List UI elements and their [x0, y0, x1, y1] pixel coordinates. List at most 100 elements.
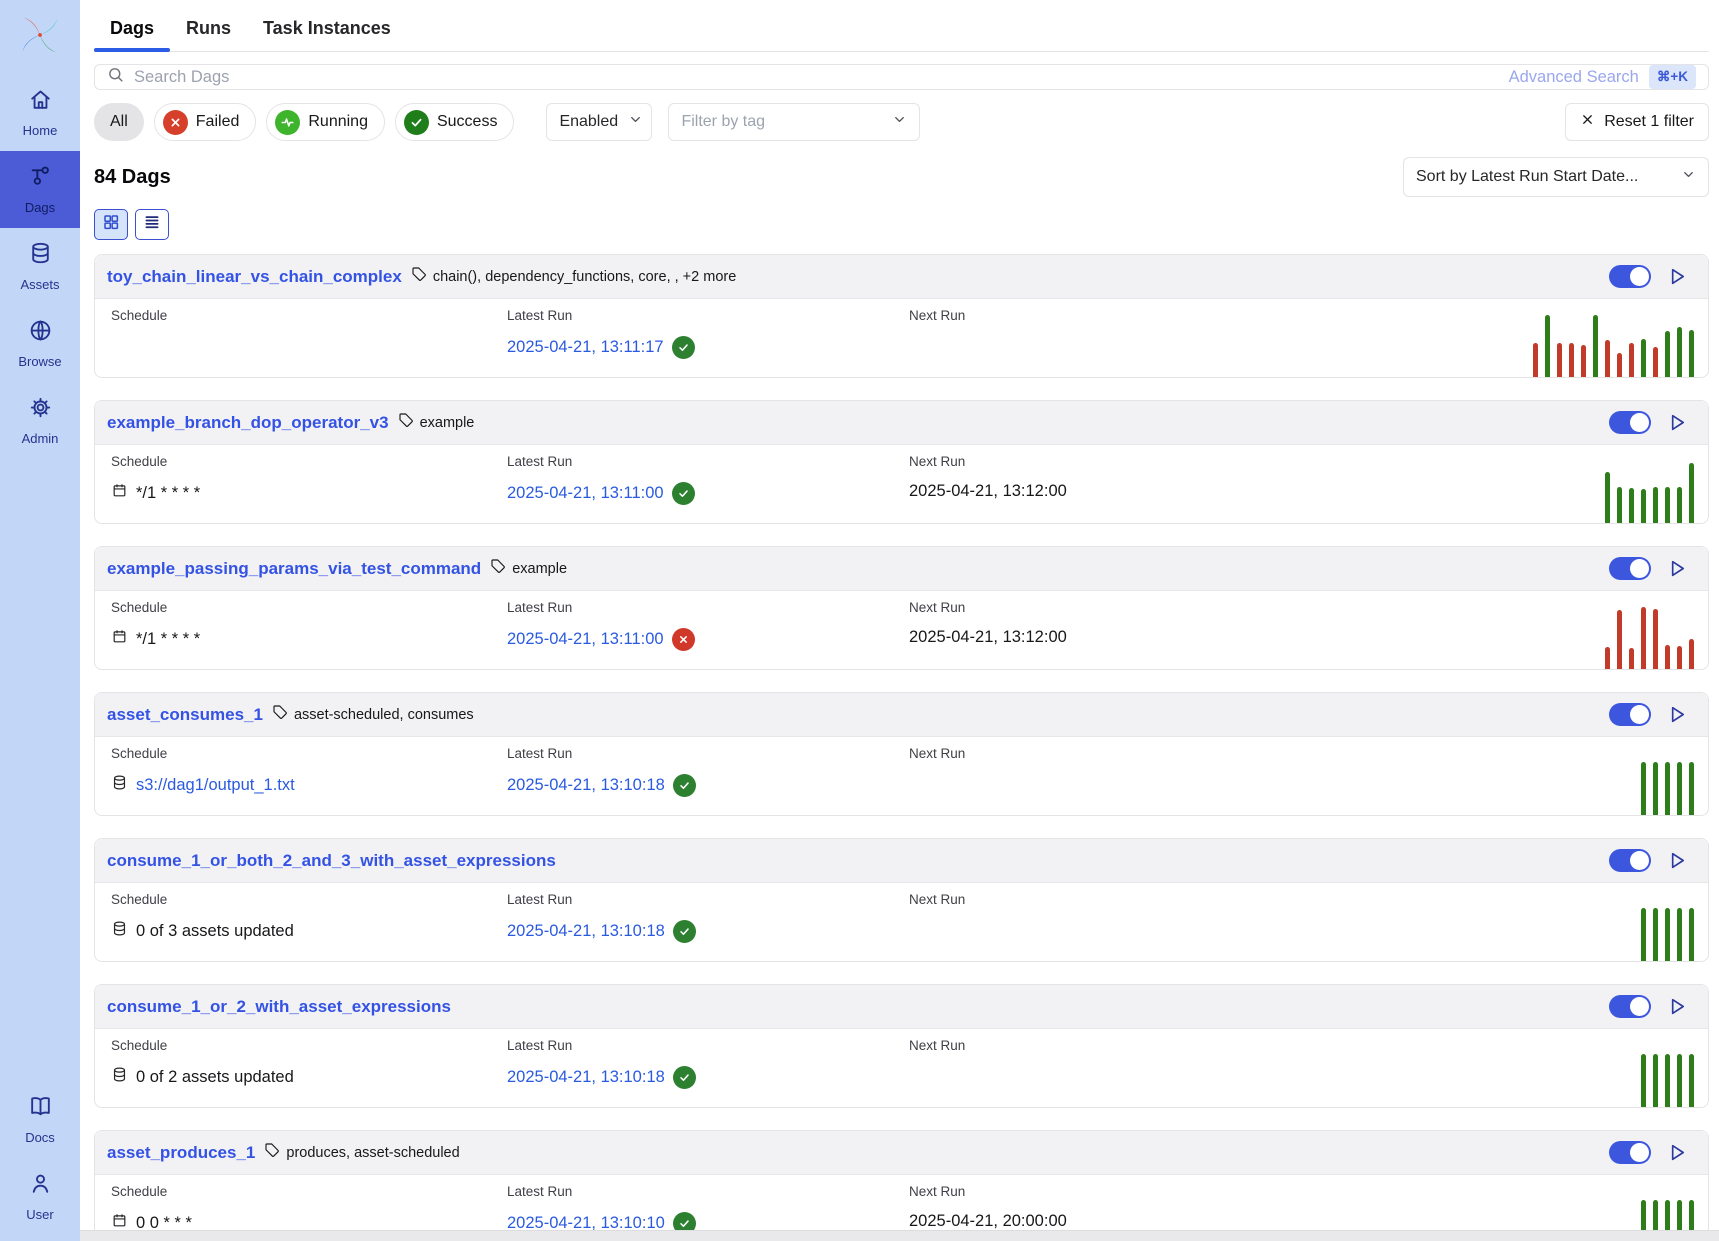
- latest-run-link[interactable]: 2025-04-21, 13:11:00: [507, 484, 664, 503]
- filter-pill-all[interactable]: All: [94, 103, 144, 141]
- sidebar-item-home[interactable]: Home: [0, 74, 80, 151]
- latest-run-link[interactable]: 2025-04-21, 13:11:00: [507, 630, 664, 649]
- run-bar[interactable]: [1665, 1054, 1670, 1107]
- run-bar[interactable]: [1641, 489, 1646, 523]
- failed-run-badge[interactable]: [672, 628, 695, 651]
- reset-filters-button[interactable]: Reset 1 filter: [1565, 103, 1709, 141]
- run-bar[interactable]: [1665, 762, 1670, 815]
- run-bar[interactable]: [1677, 1054, 1682, 1107]
- dag-title-link[interactable]: consume_1_or_2_with_asset_expressions: [107, 997, 451, 1017]
- dag-pause-toggle[interactable]: [1609, 557, 1651, 580]
- run-bar[interactable]: [1653, 609, 1658, 669]
- run-bar[interactable]: [1641, 762, 1646, 815]
- sidebar-item-dags[interactable]: Dags: [0, 151, 80, 228]
- run-bar[interactable]: [1641, 1054, 1646, 1107]
- run-bar[interactable]: [1665, 331, 1670, 377]
- run-bar[interactable]: [1689, 330, 1694, 377]
- filter-pill-success[interactable]: Success: [395, 103, 514, 141]
- trigger-dag-button[interactable]: [1667, 1142, 1688, 1163]
- trigger-dag-button[interactable]: [1667, 704, 1688, 725]
- run-bar[interactable]: [1617, 610, 1622, 669]
- run-bar[interactable]: [1689, 908, 1694, 961]
- dag-pause-toggle[interactable]: [1609, 411, 1651, 434]
- dag-title-link[interactable]: consume_1_or_both_2_and_3_with_asset_exp…: [107, 851, 556, 871]
- trigger-dag-button[interactable]: [1667, 996, 1688, 1017]
- success-run-badge[interactable]: [672, 482, 695, 505]
- grid-view-button[interactable]: [94, 209, 128, 240]
- dag-title-link[interactable]: example_passing_params_via_test_command: [107, 559, 481, 579]
- run-bar[interactable]: [1677, 327, 1682, 377]
- latest-run-link[interactable]: 2025-04-21, 13:10:18: [507, 776, 665, 795]
- latest-run-link[interactable]: 2025-04-21, 13:11:17: [507, 338, 664, 357]
- dag-pause-toggle[interactable]: [1609, 849, 1651, 872]
- run-bar[interactable]: [1689, 762, 1694, 815]
- filter-pill-running[interactable]: Running: [266, 103, 385, 141]
- run-bar[interactable]: [1557, 343, 1562, 377]
- run-bar[interactable]: [1677, 908, 1682, 961]
- schedule-value[interactable]: s3://dag1/output_1.txt: [111, 774, 507, 796]
- sort-select[interactable]: Sort by Latest Run Start Date...: [1403, 157, 1709, 197]
- trigger-dag-button[interactable]: [1667, 266, 1688, 287]
- run-bar[interactable]: [1653, 908, 1658, 961]
- success-run-badge[interactable]: [673, 1066, 696, 1089]
- run-bar[interactable]: [1653, 487, 1658, 523]
- run-bar[interactable]: [1677, 762, 1682, 815]
- run-bar[interactable]: [1689, 463, 1694, 523]
- run-bar[interactable]: [1581, 345, 1586, 377]
- run-bar[interactable]: [1617, 487, 1622, 523]
- latest-run-link[interactable]: 2025-04-21, 13:10:18: [507, 1068, 665, 1087]
- advanced-search-link[interactable]: Advanced Search: [1509, 68, 1639, 87]
- trigger-dag-button[interactable]: [1667, 558, 1688, 579]
- sidebar-item-docs[interactable]: Docs: [0, 1081, 80, 1158]
- dag-title-link[interactable]: asset_consumes_1: [107, 705, 263, 725]
- run-bar[interactable]: [1593, 315, 1598, 377]
- dag-title-link[interactable]: toy_chain_linear_vs_chain_complex: [107, 267, 402, 287]
- latest-run-link[interactable]: 2025-04-21, 13:10:18: [507, 922, 665, 941]
- tab-runs[interactable]: Runs: [170, 8, 247, 51]
- run-bar[interactable]: [1677, 487, 1682, 523]
- run-bar[interactable]: [1605, 340, 1610, 377]
- run-bar[interactable]: [1653, 1054, 1658, 1107]
- list-view-button[interactable]: [135, 209, 169, 240]
- run-bar[interactable]: [1569, 343, 1574, 377]
- run-bar[interactable]: [1629, 648, 1634, 669]
- run-bar[interactable]: [1605, 647, 1610, 669]
- enabled-filter-select[interactable]: Enabled: [546, 103, 652, 141]
- sidebar-item-browse[interactable]: Browse: [0, 305, 80, 382]
- run-bar[interactable]: [1665, 908, 1670, 961]
- airflow-logo-icon[interactable]: [0, 0, 80, 62]
- run-bar[interactable]: [1545, 315, 1550, 377]
- success-run-badge[interactable]: [672, 336, 695, 359]
- trigger-dag-button[interactable]: [1667, 412, 1688, 433]
- run-bar[interactable]: [1533, 343, 1538, 377]
- horizontal-scrollbar[interactable]: [80, 1230, 1719, 1241]
- trigger-dag-button[interactable]: [1667, 850, 1688, 871]
- dag-pause-toggle[interactable]: [1609, 1141, 1651, 1164]
- run-bar[interactable]: [1653, 347, 1658, 377]
- run-bar[interactable]: [1629, 343, 1634, 377]
- run-bar[interactable]: [1641, 339, 1646, 377]
- filter-pill-failed[interactable]: Failed: [154, 103, 257, 141]
- sidebar-item-assets[interactable]: Assets: [0, 228, 80, 305]
- run-bar[interactable]: [1689, 639, 1694, 669]
- search-input[interactable]: [134, 68, 1499, 87]
- run-bar[interactable]: [1641, 607, 1646, 669]
- run-bar[interactable]: [1677, 646, 1682, 669]
- run-bar[interactable]: [1617, 353, 1622, 377]
- success-run-badge[interactable]: [673, 774, 696, 797]
- run-bar[interactable]: [1665, 645, 1670, 669]
- run-bar[interactable]: [1605, 472, 1610, 523]
- run-bar[interactable]: [1641, 908, 1646, 961]
- sidebar-item-user[interactable]: User: [0, 1158, 80, 1235]
- dag-title-link[interactable]: asset_produces_1: [107, 1143, 255, 1163]
- dag-pause-toggle[interactable]: [1609, 265, 1651, 288]
- success-run-badge[interactable]: [673, 920, 696, 943]
- dag-pause-toggle[interactable]: [1609, 995, 1651, 1018]
- run-bar[interactable]: [1689, 1054, 1694, 1107]
- run-bar[interactable]: [1665, 487, 1670, 523]
- sidebar-item-admin[interactable]: Admin: [0, 382, 80, 459]
- tab-dags[interactable]: Dags: [94, 8, 170, 51]
- dag-title-link[interactable]: example_branch_dop_operator_v3: [107, 413, 389, 433]
- dag-pause-toggle[interactable]: [1609, 703, 1651, 726]
- tab-task-instances[interactable]: Task Instances: [247, 8, 407, 51]
